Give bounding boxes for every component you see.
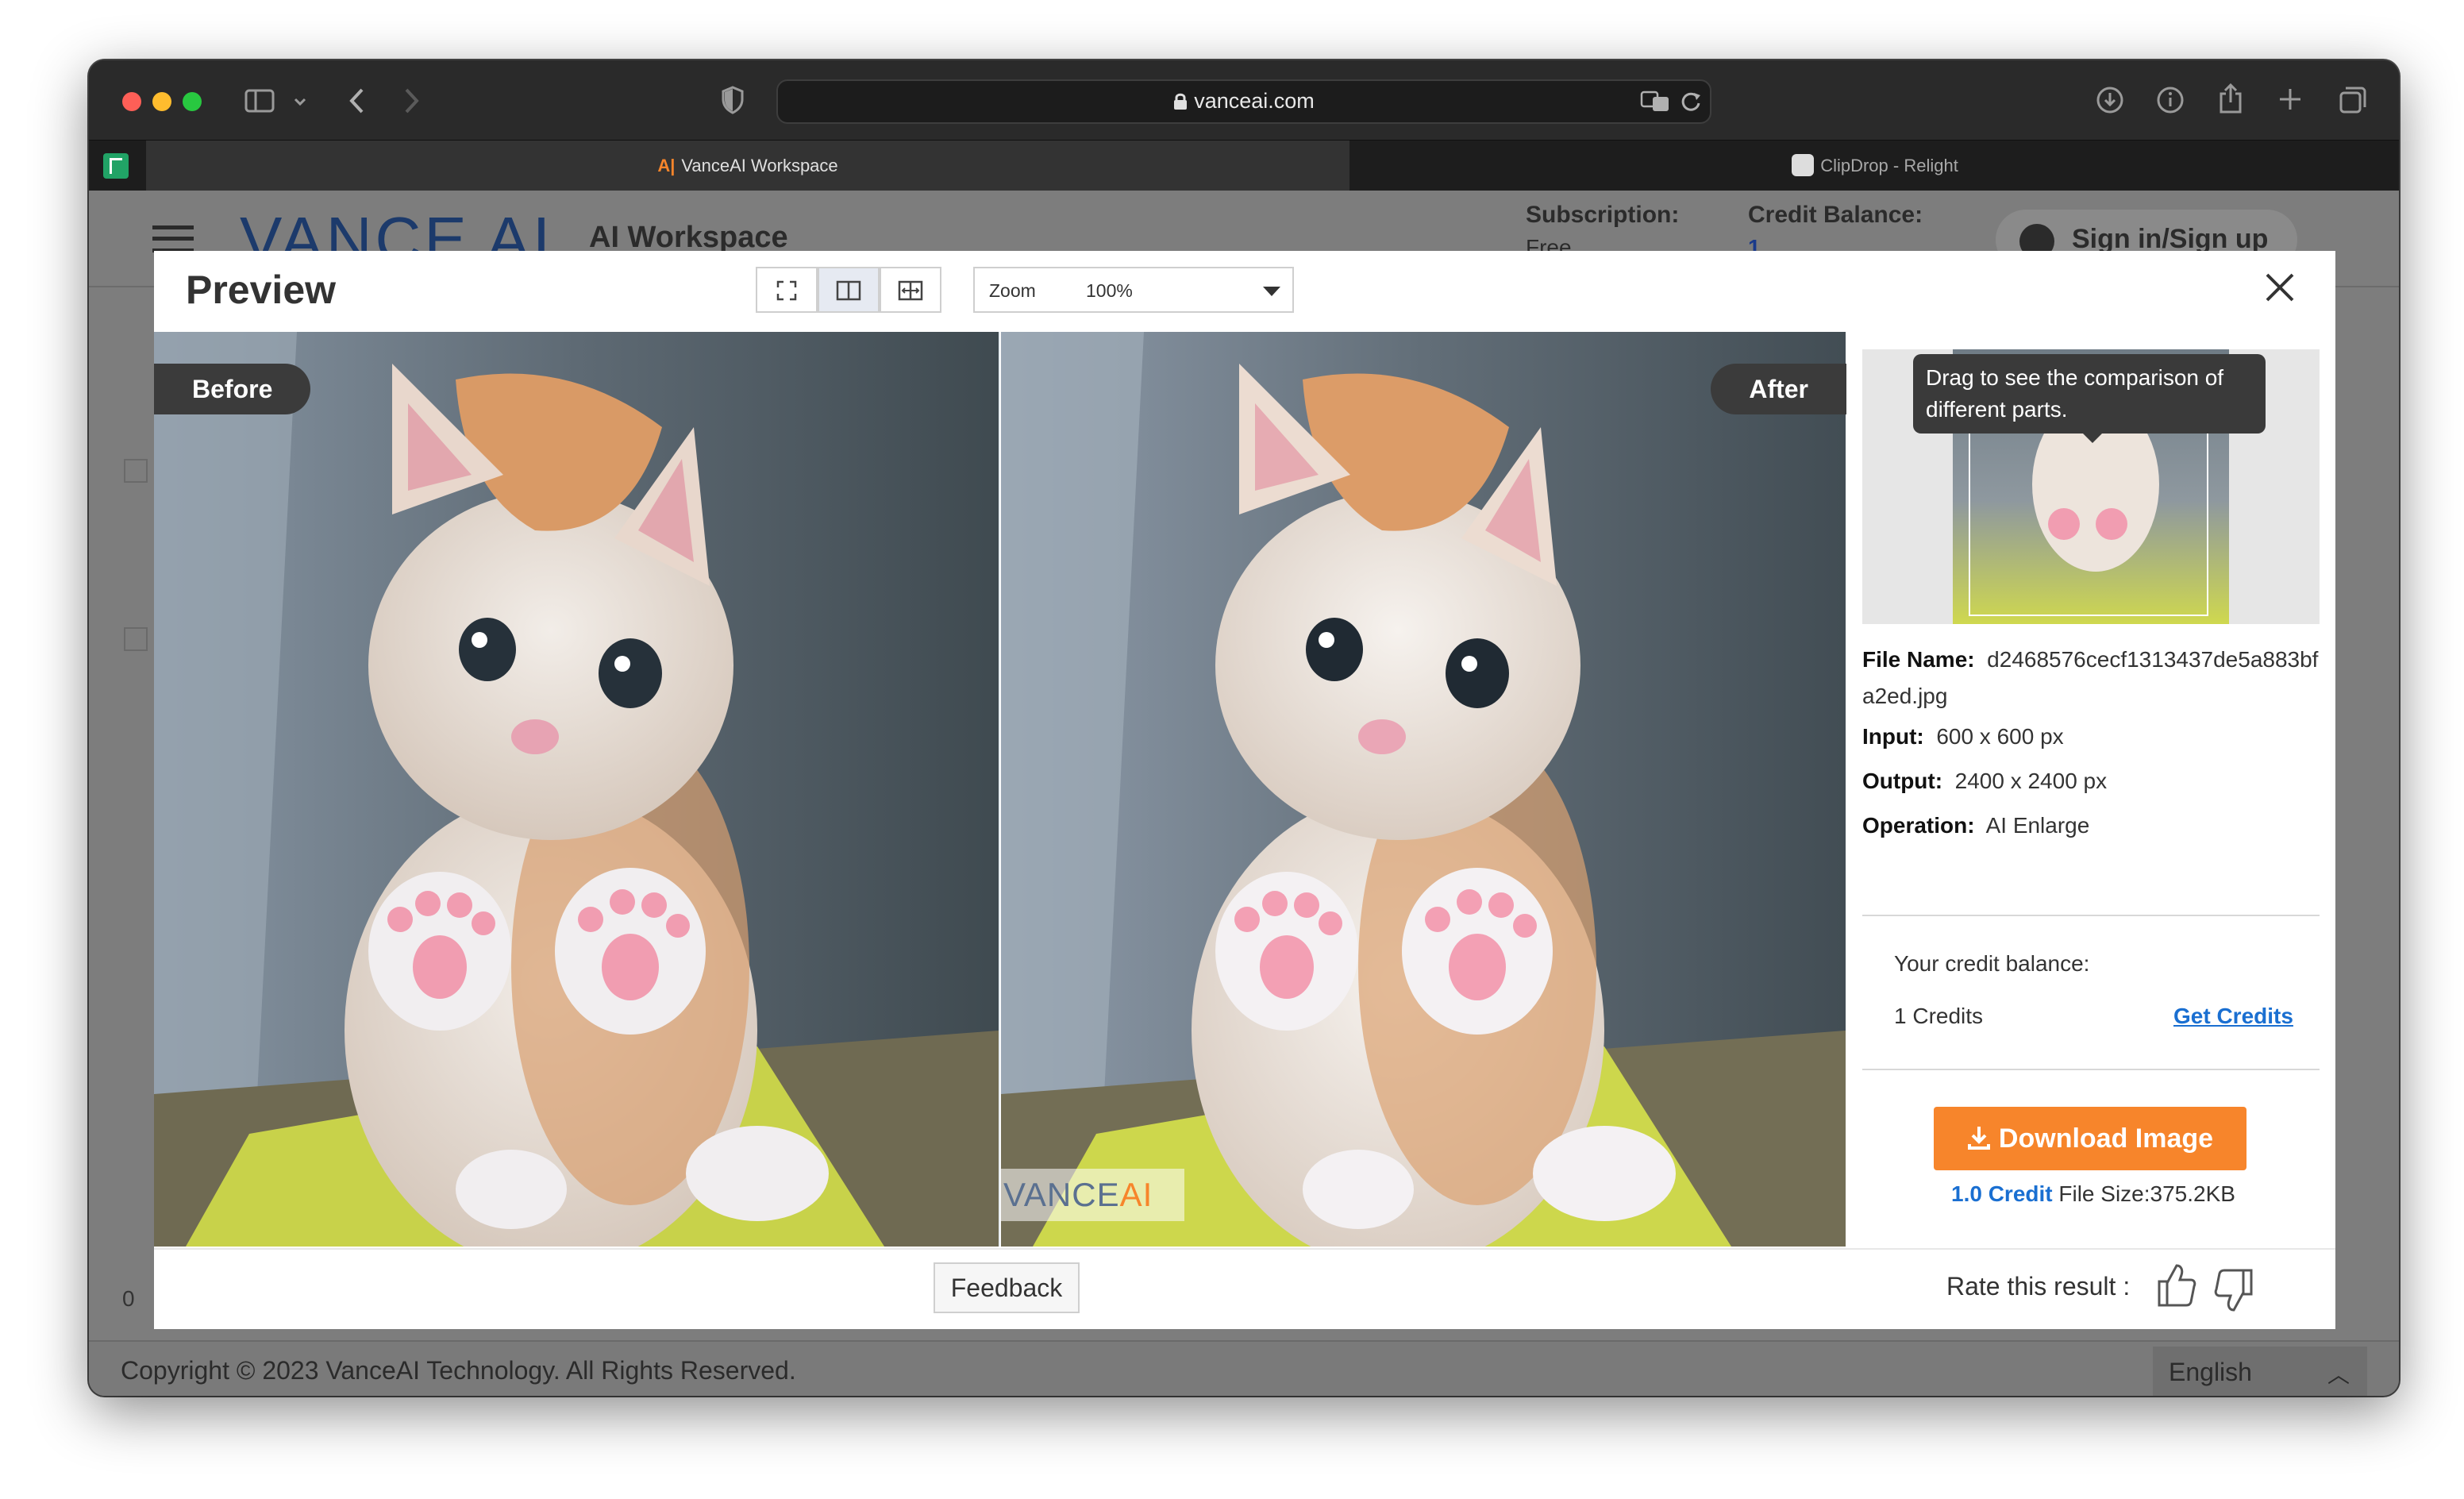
footer-bar: Copyright © 2023 VanceAI Technology. All…: [89, 1340, 2399, 1396]
divider: [1862, 1069, 2320, 1070]
input-label: Input:: [1862, 724, 1924, 749]
modal-title: Preview: [186, 268, 337, 312]
tab-label: VanceAI Workspace: [681, 156, 838, 175]
thumbs-down-icon[interactable]: [2213, 1267, 2256, 1315]
operation-label: Operation:: [1862, 813, 1975, 838]
before-image-pane[interactable]: Before: [154, 332, 999, 1247]
credit-balance-label: Your credit balance:: [1894, 951, 2090, 976]
cost-row: 1.0 Credit File Size:375.2KB: [1951, 1181, 2235, 1207]
thumbs-up-icon[interactable]: [2154, 1261, 2197, 1308]
pinned-sheets-tab[interactable]: [103, 153, 129, 179]
address-bar[interactable]: vanceai.com: [776, 79, 1711, 124]
copyright-text: Copyright © 2023 VanceAI Technology. All…: [121, 1356, 796, 1385]
chevron-up-icon: ︿: [2327, 1362, 2350, 1387]
before-badge: Before: [154, 364, 311, 414]
row-checkbox[interactable]: [124, 459, 148, 483]
credit-balance-label: Credit Balance:: [1748, 202, 1923, 228]
info-icon[interactable]: [2156, 86, 2185, 114]
download-icon: [1967, 1127, 1990, 1150]
side-by-side-view-button[interactable]: [818, 267, 880, 313]
input-row: Input: 600 x 600 px: [1862, 724, 2064, 750]
drag-tooltip: Drag to see the comparison of different …: [1913, 354, 2266, 443]
divider: [1862, 915, 2320, 916]
language-label: English: [2169, 1358, 2252, 1386]
section-title: AI Workspace: [589, 221, 788, 254]
fullscreen-view-button[interactable]: [756, 267, 818, 313]
kitten-after-image: [1001, 332, 1846, 1247]
file-name-label: File Name:: [1862, 647, 1975, 672]
navigator-thumbnail[interactable]: Drag to see the comparison of different …: [1862, 349, 2320, 624]
tab-label: ClipDrop - Relight: [1820, 156, 1958, 175]
close-icon[interactable]: [2264, 272, 2296, 303]
close-window-button[interactable]: [122, 92, 141, 111]
lock-icon: [1174, 93, 1188, 110]
operation-value: AI Enlarge: [1985, 813, 2090, 838]
browser-window: vanceai.com A| VanceAI Workspace ClipDro…: [89, 60, 2399, 1396]
operation-row: Operation: AI Enlarge: [1862, 813, 2089, 838]
sidebar-toggle-icon[interactable]: [244, 89, 275, 113]
vanceai-watermark: VANCEAI: [1000, 1169, 1184, 1221]
row-checkbox[interactable]: [124, 627, 148, 651]
zoom-value: 100%: [1086, 280, 1133, 301]
tab-clipdrop-relight[interactable]: ClipDrop - Relight: [1351, 141, 2399, 191]
get-credits-link[interactable]: Get Credits: [2173, 1004, 2293, 1029]
after-image-pane[interactable]: After VANCEAI: [1000, 332, 1846, 1247]
dropdown-arrow-icon: [1263, 287, 1280, 296]
back-arrow-icon[interactable]: [348, 87, 365, 114]
output-value: 2400 x 2400 px: [1954, 769, 2108, 793]
expand-icon: [776, 280, 797, 301]
zoom-select[interactable]: Zoom 100%: [973, 267, 1294, 313]
tab-vanceai-workspace[interactable]: A| VanceAI Workspace: [146, 141, 1349, 191]
tab-overview-icon[interactable]: [2339, 86, 2367, 114]
forward-arrow-icon[interactable]: [403, 87, 421, 114]
file-name-row: File Name: d2468576cecf1313437de5a883bfa…: [1862, 642, 2320, 715]
menu-icon[interactable]: [152, 225, 194, 252]
rate-label: Rate this result :: [1946, 1272, 2131, 1301]
modal-footer: Feedback Rate this result :: [154, 1248, 2335, 1331]
shield-icon[interactable]: [721, 86, 745, 114]
url-text: vanceai.com: [1194, 89, 1315, 113]
page-count: 0: [122, 1286, 135, 1311]
reload-icon[interactable]: [1680, 91, 1702, 113]
maximize-window-button[interactable]: [183, 92, 202, 111]
kitten-before-image: [154, 332, 999, 1247]
output-label: Output:: [1862, 769, 1943, 793]
input-value: 600 x 600 px: [1936, 724, 2064, 749]
download-icon[interactable]: [2096, 86, 2124, 114]
vanceai-tab-icon: A|: [657, 156, 676, 175]
chevron-down-icon[interactable]: [294, 97, 306, 106]
zoom-label: Zoom: [989, 280, 1036, 301]
credits-value: 1 Credits: [1894, 1004, 1984, 1028]
split-view-icon: [836, 280, 861, 301]
browser-toolbar: vanceai.com: [89, 60, 2399, 140]
clipdrop-tab-icon: [1792, 154, 1815, 176]
new-tab-icon[interactable]: [2278, 87, 2302, 111]
translate-icon[interactable]: [1640, 91, 1670, 113]
file-size: File Size:375.2KB: [2058, 1181, 2235, 1206]
slider-view-button[interactable]: [880, 267, 941, 313]
output-row: Output: 2400 x 2400 px: [1862, 769, 2107, 794]
feedback-button[interactable]: Feedback: [934, 1262, 1080, 1313]
minimize-window-button[interactable]: [152, 92, 171, 111]
language-select[interactable]: English ︿: [2153, 1347, 2367, 1396]
download-image-button[interactable]: Download Image: [1934, 1107, 2246, 1170]
after-badge: After: [1711, 364, 1846, 414]
credit-cost: 1.0 Credit: [1951, 1181, 2053, 1206]
compare-slider-icon: [898, 280, 923, 301]
share-icon[interactable]: [2218, 83, 2243, 114]
tab-bar: A| VanceAI Workspace ClipDrop - Relight: [89, 140, 2399, 191]
preview-modal: Preview Zoom 100% Before After VANCEAI D…: [154, 251, 2335, 1329]
subscription-label: Subscription:: [1526, 202, 1680, 228]
download-label: Download Image: [1998, 1123, 2214, 1154]
